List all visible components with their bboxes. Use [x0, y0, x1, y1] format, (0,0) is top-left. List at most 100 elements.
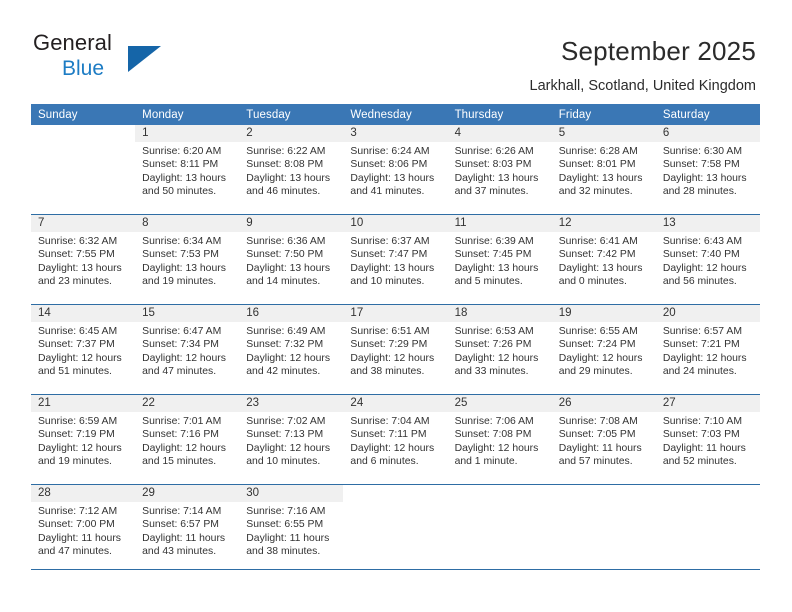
sun-times-detail: Sunrise: 7:01 AM Sunset: 7:16 PM Dayligh… — [142, 416, 226, 468]
calendar-day-cell[interactable]: 22 Sunrise: 7:01 AM Sunset: 7:16 PM Dayli… — [135, 395, 240, 485]
day-number: 13 — [662, 217, 676, 229]
day-cell-body — [656, 485, 760, 570]
calendar-day-cell[interactable]: 30 Sunrise: 7:16 AM Sunset: 6:55 PM Dayli… — [239, 485, 344, 570]
calendar-day-cell[interactable]: 29 Sunrise: 7:14 AM Sunset: 6:57 PM Dayli… — [135, 485, 240, 570]
calendar-day-cell[interactable]: 13 Sunrise: 6:43 AM Sunset: 7:40 PM Dayli… — [655, 215, 760, 305]
calendar-day-cell[interactable]: 8 Sunrise: 6:34 AM Sunset: 7:53 PM Daylig… — [135, 215, 240, 305]
calendar-day-cell[interactable]: 10 Sunrise: 6:37 AM Sunset: 7:47 PM Dayli… — [343, 215, 448, 305]
calendar-day-cell[interactable]: 9 Sunrise: 6:36 AM Sunset: 7:50 PM Daylig… — [239, 215, 344, 305]
day-number: 23 — [246, 397, 260, 409]
calendar-day-cell[interactable]: 4 Sunrise: 6:26 AM Sunset: 8:03 PM Daylig… — [447, 125, 552, 215]
calendar-day-cell[interactable]: 12 Sunrise: 6:41 AM Sunset: 7:42 PM Dayli… — [551, 215, 656, 305]
day-cell-body: 26 Sunrise: 7:08 AM Sunset: 7:05 PM Dayli… — [551, 395, 656, 485]
day-number-strip: 20 — [655, 305, 760, 322]
calendar-day-cell[interactable]: 17 Sunrise: 6:51 AM Sunset: 7:29 PM Dayli… — [343, 305, 448, 395]
sun-times-detail: Sunrise: 6:20 AM Sunset: 8:11 PM Dayligh… — [142, 146, 226, 198]
calendar-day-cell[interactable]: 15 Sunrise: 6:47 AM Sunset: 7:34 PM Dayli… — [135, 305, 240, 395]
day-cell-body: 19 Sunrise: 6:55 AM Sunset: 7:24 PM Dayli… — [551, 305, 656, 395]
sun-times-detail: Sunrise: 6:59 AM Sunset: 7:19 PM Dayligh… — [38, 416, 122, 468]
day-cell-body: 12 Sunrise: 6:41 AM Sunset: 7:42 PM Dayli… — [551, 215, 656, 305]
day-number: 25 — [454, 397, 468, 409]
day-number: 21 — [38, 397, 51, 409]
day-cell-body: 4 Sunrise: 6:26 AM Sunset: 8:03 PM Daylig… — [447, 125, 552, 215]
calendar-day-cell[interactable]: 26 Sunrise: 7:08 AM Sunset: 7:05 PM Dayli… — [551, 395, 656, 485]
day-number-strip: 3 — [343, 125, 448, 142]
day-number: 30 — [246, 487, 260, 499]
brand-triangle-icon — [128, 46, 161, 72]
calendar-day-cell[interactable]: 16 Sunrise: 6:49 AM Sunset: 7:32 PM Dayli… — [239, 305, 344, 395]
calendar-day-cell[interactable]: 14 Sunrise: 6:45 AM Sunset: 7:37 PM Dayli… — [31, 305, 136, 395]
sun-times-detail: Sunrise: 7:10 AM Sunset: 7:03 PM Dayligh… — [662, 416, 746, 468]
sun-times-detail: Sunrise: 7:16 AM Sunset: 6:55 PM Dayligh… — [246, 506, 330, 558]
day-number: 29 — [142, 487, 155, 499]
weekday-header-row: Sunday Monday Tuesday Wednesday Thursday… — [31, 104, 760, 125]
day-cell-body: 14 Sunrise: 6:45 AM Sunset: 7:37 PM Dayli… — [31, 305, 136, 395]
calendar-day-cell[interactable]: 6 Sunrise: 6:30 AM Sunset: 7:58 PM Daylig… — [655, 125, 760, 215]
sun-times-detail: Sunrise: 6:30 AM Sunset: 7:58 PM Dayligh… — [662, 146, 747, 198]
calendar-day-cell — [656, 485, 760, 570]
day-number: 9 — [246, 217, 253, 229]
calendar-day-cell[interactable]: 5 Sunrise: 6:28 AM Sunset: 8:01 PM Daylig… — [551, 125, 656, 215]
calendar-day-cell[interactable]: 21 Sunrise: 6:59 AM Sunset: 7:19 PM Dayli… — [31, 395, 136, 485]
sun-times-detail: Sunrise: 6:57 AM Sunset: 7:21 PM Dayligh… — [662, 326, 747, 378]
day-number: 15 — [142, 307, 155, 319]
day-cell-body: 11 Sunrise: 6:39 AM Sunset: 7:45 PM Dayli… — [447, 215, 552, 305]
calendar-day-cell[interactable]: 3 Sunrise: 6:24 AM Sunset: 8:06 PM Daylig… — [343, 125, 448, 215]
day-number: 4 — [454, 127, 461, 139]
calendar-day-cell[interactable]: 25 Sunrise: 7:06 AM Sunset: 7:08 PM Dayli… — [447, 395, 552, 485]
sun-times-detail — [552, 502, 656, 505]
sun-times-detail: Sunrise: 6:37 AM Sunset: 7:47 PM Dayligh… — [350, 236, 435, 288]
day-cell-body: 9 Sunrise: 6:36 AM Sunset: 7:50 PM Daylig… — [239, 215, 344, 305]
day-cell-body: 22 Sunrise: 7:01 AM Sunset: 7:16 PM Dayli… — [135, 395, 240, 485]
week-separator-line — [31, 394, 760, 395]
calendar-week-row: 21 Sunrise: 6:59 AM Sunset: 7:19 PM Dayli… — [31, 395, 760, 485]
day-number: 2 — [246, 127, 253, 139]
calendar-week-row: 7 Sunrise: 6:32 AM Sunset: 7:55 PM Daylig… — [31, 215, 760, 305]
calendar-day-cell[interactable]: 20 Sunrise: 6:57 AM Sunset: 7:21 PM Dayli… — [655, 305, 760, 395]
day-number-strip: 2 — [239, 125, 344, 142]
day-cell-body: 8 Sunrise: 6:34 AM Sunset: 7:53 PM Daylig… — [135, 215, 240, 305]
page-header: General Blue September 2025 Larkhall, Sc… — [0, 0, 792, 100]
calendar-day-cell[interactable]: 24 Sunrise: 7:04 AM Sunset: 7:11 PM Dayli… — [343, 395, 448, 485]
calendar-week-row: 28 Sunrise: 7:12 AM Sunset: 7:00 PM Dayli… — [31, 485, 760, 570]
day-number-strip: 24 — [343, 395, 448, 412]
sun-times-detail: Sunrise: 6:24 AM Sunset: 8:06 PM Dayligh… — [350, 146, 435, 198]
calendar-day-cell[interactable]: 7 Sunrise: 6:32 AM Sunset: 7:55 PM Daylig… — [31, 215, 136, 305]
calendar-day-cell[interactable]: 28 Sunrise: 7:12 AM Sunset: 7:00 PM Dayli… — [31, 485, 136, 570]
calendar-day-cell[interactable]: 2 Sunrise: 6:22 AM Sunset: 8:08 PM Daylig… — [239, 125, 344, 215]
sun-times-detail: Sunrise: 6:43 AM Sunset: 7:40 PM Dayligh… — [662, 236, 747, 288]
day-number-strip: 17 — [343, 305, 448, 322]
sun-times-detail — [656, 502, 760, 505]
sun-times-detail: Sunrise: 6:28 AM Sunset: 8:01 PM Dayligh… — [558, 146, 643, 198]
calendar-page: General Blue September 2025 Larkhall, Sc… — [0, 0, 792, 612]
day-cell-body: 10 Sunrise: 6:37 AM Sunset: 7:47 PM Dayli… — [343, 215, 448, 305]
calendar-grid: Sunday Monday Tuesday Wednesday Thursday… — [31, 104, 760, 570]
day-cell-body: 20 Sunrise: 6:57 AM Sunset: 7:21 PM Dayli… — [655, 305, 760, 395]
calendar-day-cell[interactable]: 18 Sunrise: 6:53 AM Sunset: 7:26 PM Dayli… — [447, 305, 552, 395]
day-cell-body: 2 Sunrise: 6:22 AM Sunset: 8:08 PM Daylig… — [239, 125, 344, 215]
sun-times-detail: Sunrise: 6:22 AM Sunset: 8:08 PM Dayligh… — [246, 146, 331, 198]
day-number-strip: 26 — [551, 395, 656, 412]
day-number-strip: 27 — [655, 395, 760, 412]
day-number: 12 — [558, 217, 572, 229]
day-number-strip: 6 — [655, 125, 760, 142]
calendar-day-cell[interactable]: 1 Sunrise: 6:20 AM Sunset: 8:11 PM Daylig… — [135, 125, 240, 215]
sun-times-detail: Sunrise: 6:41 AM Sunset: 7:42 PM Dayligh… — [558, 236, 643, 288]
day-number-strip: 15 — [135, 305, 240, 322]
calendar-day-cell[interactable]: 23 Sunrise: 7:02 AM Sunset: 7:13 PM Dayli… — [239, 395, 344, 485]
sun-times-detail: Sunrise: 6:34 AM Sunset: 7:53 PM Dayligh… — [142, 236, 226, 288]
sun-times-detail: Sunrise: 7:12 AM Sunset: 7:00 PM Dayligh… — [38, 506, 121, 558]
day-cell-body: 15 Sunrise: 6:47 AM Sunset: 7:34 PM Dayli… — [135, 305, 240, 395]
day-cell-body: 16 Sunrise: 6:49 AM Sunset: 7:32 PM Dayli… — [239, 305, 344, 395]
day-number: 8 — [142, 217, 149, 229]
day-number-strip: 23 — [239, 395, 344, 412]
day-cell-body — [343, 485, 447, 570]
calendar-day-cell[interactable]: 19 Sunrise: 6:55 AM Sunset: 7:24 PM Dayli… — [551, 305, 656, 395]
sun-times-detail — [448, 502, 552, 505]
calendar-day-cell[interactable]: 11 Sunrise: 6:39 AM Sunset: 7:45 PM Dayli… — [447, 215, 552, 305]
day-number: 6 — [662, 127, 670, 139]
calendar-day-cell[interactable]: 27 Sunrise: 7:10 AM Sunset: 7:03 PM Dayli… — [655, 395, 760, 485]
day-cell-body: 17 Sunrise: 6:51 AM Sunset: 7:29 PM Dayli… — [343, 305, 448, 395]
day-cell-body: 5 Sunrise: 6:28 AM Sunset: 8:01 PM Daylig… — [551, 125, 656, 215]
calendar-week-row: 1 Sunrise: 6:20 AM Sunset: 8:11 PM Daylig… — [31, 125, 760, 215]
